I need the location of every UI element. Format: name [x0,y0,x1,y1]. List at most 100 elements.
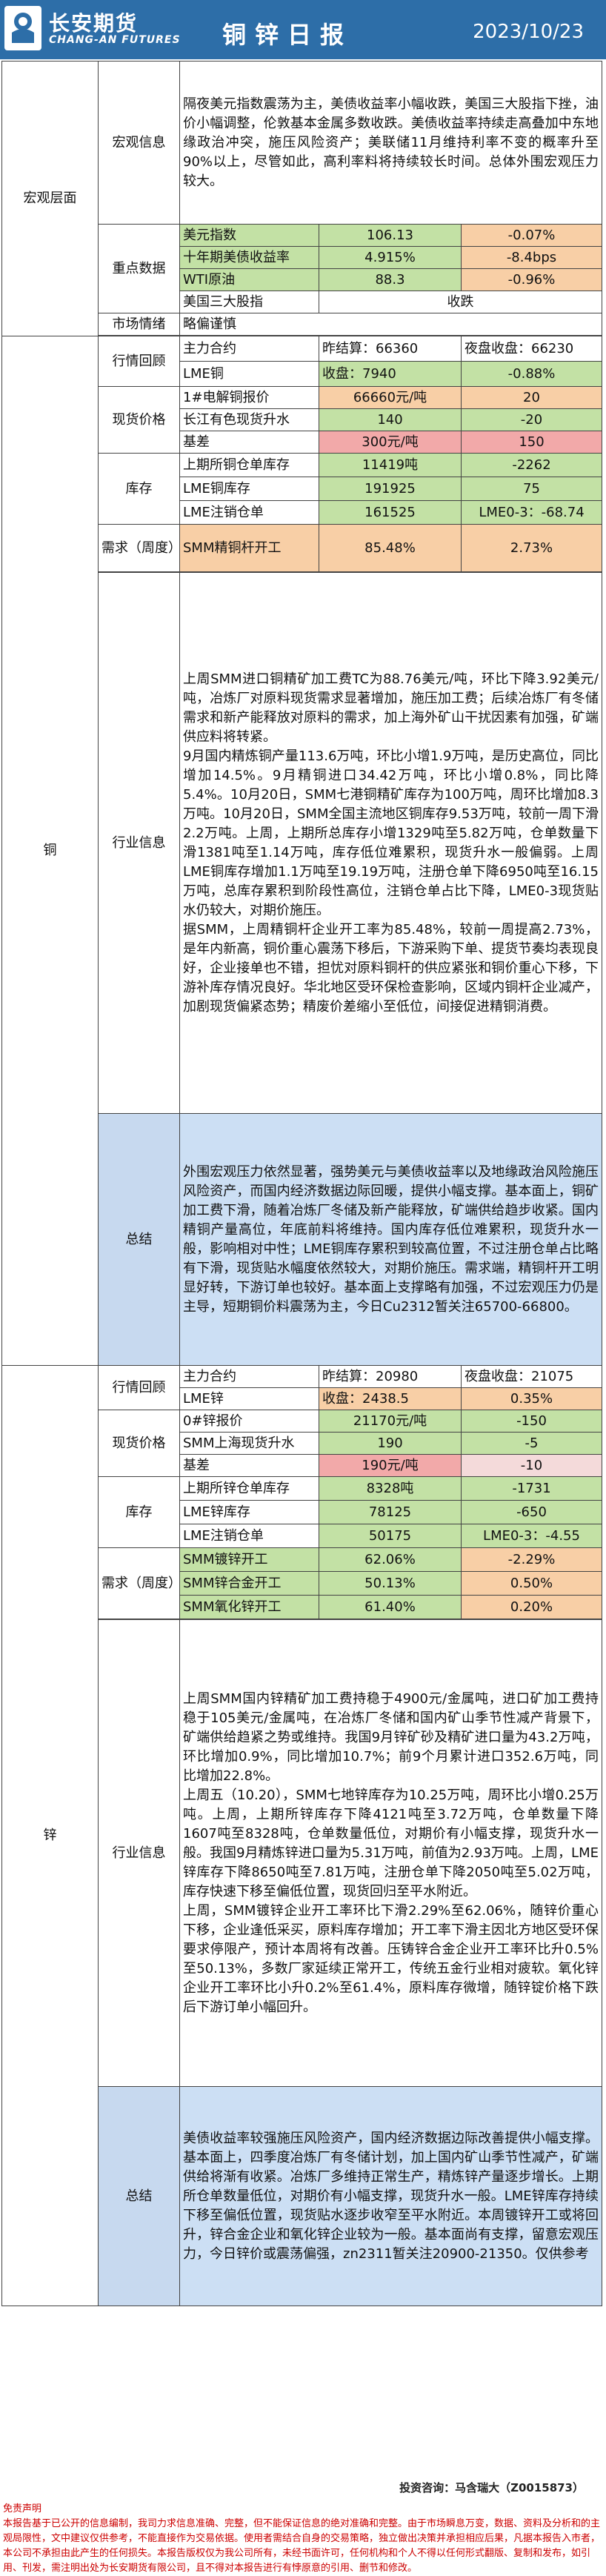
zn-spot-value: 190元/吨 [319,1454,462,1477]
zn-demand-value: 50.13% [319,1571,462,1596]
zn-prev-settle: 昨结算：20980 [319,1365,462,1388]
zn-night-close: 夜盘收盘：21075 [461,1365,602,1388]
cu-stock-change: -2262 [461,453,602,477]
zn-stock-value: 78125 [319,1500,462,1524]
cu-lme-close: 收盘：7940 [319,361,462,387]
zn-industry-paragraph: 上周，SMM镀锌企业开工率环比下滑2.29%至62.06%，随锌价重心下移，企业… [183,1902,599,2015]
zn-lme-close: 收盘：2438.5 [319,1387,462,1410]
key-data-name: 美国三大股指 [179,291,319,313]
cu-stock-change: LME0-3：-68.74 [461,500,602,525]
key-data-change: -8.4bps [461,246,602,269]
cu-industry-paragraph: 9月国内精炼铜产量113.6万吨，环比小增1.9万吨，是历史高位，同比增加14.… [183,748,599,918]
cu-spot-name: 基差 [179,431,319,454]
zn-stock-label: 库存 [98,1476,180,1548]
cu-spot-label: 现货价格 [98,386,180,454]
cu-demand-label: 需求（周度） [98,524,180,572]
zn-industry-paragraph: 上周SMM国内锌精矿加工费持稳于4900元/金属吨，进口矿加工费持稳于105美元… [183,1690,599,1784]
brand-name-en: CHANG-AN FUTURES [49,34,181,46]
cu-spot-change: -20 [461,408,602,431]
zn-stock-name: LME锌库存 [179,1500,319,1524]
cu-industry-paragraph: 据SMM，上周精铜杆企业开工率为85.48%，较前一周提高2.73%，是年内新高… [183,921,599,1015]
zn-demand-value: 61.40% [319,1595,462,1619]
key-data-name: WTI原油 [179,268,319,291]
zn-spot-name: 0#锌报价 [179,1410,319,1433]
zn-demand-name: SMM锌合金开工 [179,1571,319,1596]
zn-industry-text: 上周SMM国内锌精矿加工费持稳于4900元/金属吨，进口矿加工费持稳于105美元… [179,1619,602,2087]
zn-spot-value: 190 [319,1432,462,1455]
cu-night-close: 夜盘收盘：66230 [461,336,602,362]
market-mood-value: 略偏谨慎 [179,313,602,336]
key-data-name: 美元指数 [179,224,319,247]
zn-stock-value: 8328吨 [319,1476,462,1501]
zn-spot-change: -5 [461,1432,602,1455]
key-data-name: 十年期美债收益率 [179,246,319,269]
zn-stock-change: LME0-3：-4.55 [461,1524,602,1548]
cu-spot-change: 150 [461,431,602,454]
cu-industry-text: 上周SMM进口铜精矿加工费TC为88.76美元/吨，环比下降3.92美元/吨，冶… [179,572,602,1114]
cu-stock-value: 11419吨 [319,453,462,477]
report-header: 长安期货 CHANG-AN FUTURES 铜锌日报 2023/10/23 [0,0,606,59]
cu-spot-value: 66660元/吨 [319,386,462,409]
zn-stock-change: -1731 [461,1476,602,1501]
macro-info-label: 宏观信息 [98,61,180,225]
zn-stock-value: 50175 [319,1524,462,1548]
cu-stock-name: LME注销仓单 [179,500,319,525]
cu-spot-name: 长江有色现货升水 [179,408,319,431]
cu-spot-value: 140 [319,408,462,431]
zn-demand-change: 0.50% [461,1571,602,1596]
disclaimer-text: 本报告基于已公开的信息编制，我司力求信息准确、完整，但不能保证信息的绝对准确和完… [3,2518,601,2574]
cu-lme-label: LME铜 [179,361,319,387]
cu-summary-label: 总结 [98,1113,180,1366]
key-data-change: -0.96% [461,268,602,291]
cu-review-label: 行情回顾 [98,336,180,387]
report-title: 铜锌日报 [222,21,353,49]
cu-stock-name: 上期所铜仓单库存 [179,453,319,477]
cu-lme-change: -0.88% [461,361,602,387]
cu-spot-change: 20 [461,386,602,409]
zn-industry-paragraph: 上周五（10.20），SMM七地锌库存为10.25万吨，周环比小增0.25万吨。… [183,1787,599,1899]
zn-demand-name: SMM氧化锌开工 [179,1595,319,1619]
logo-icon [12,13,34,43]
market-mood-label: 市场情绪 [98,313,180,336]
zn-spot-value: 21170元/吨 [319,1410,462,1433]
company-logo [4,6,41,50]
zn-summary-text: 美债收益率较强施压风险资产，国内经济数据边际改善提供小幅支撑。基本面上，四季度冶… [179,2086,602,2306]
macro-info-text: 隔夜美元指数震荡为主，美债收益率小幅收跌，美国三大股指下挫，油价小幅调整，伦敦基… [179,61,602,225]
report-date: 2023/10/23 [473,21,584,43]
cu-stock-value: 161525 [319,500,462,525]
report-table: 宏观层面 宏观信息 隔夜美元指数震荡为主，美债收益率小幅收跌，美国三大股指下挫，… [1,61,602,2306]
cu-demand-name: SMM精铜杆开工 [179,524,319,572]
zn-spot-label: 现货价格 [98,1410,180,1477]
cu-demand-change: 2.73% [461,524,602,572]
zn-spot-name: 基差 [179,1454,319,1477]
key-data-value: 88.3 [319,268,462,291]
brand-name: 长安期货 [49,11,139,36]
zn-stock-name: LME注销仓单 [179,1524,319,1548]
section-zinc: 锌 [1,1365,99,2306]
zn-spot-change: -150 [461,1410,602,1433]
cu-prev-settle: 昨结算：66360 [319,336,462,362]
zn-demand-change: 0.20% [461,1595,602,1619]
key-data-label: 重点数据 [98,224,180,313]
cu-spot-name: 1#电解铜报价 [179,386,319,409]
section-macro: 宏观层面 [1,61,99,336]
zn-lme-change: 0.35% [461,1387,602,1410]
cu-stock-name: LME铜库存 [179,477,319,501]
disclaimer-title: 免责声明 [3,2503,42,2514]
section-copper: 铜 [1,336,99,1366]
zn-demand-name: SMM镀锌开工 [179,1547,319,1572]
zn-review-label: 行情回顾 [98,1365,180,1410]
zn-demand-label: 需求（周度） [98,1547,180,1619]
key-data-value: 106.13 [319,224,462,247]
key-data-value: 4.915% [319,246,462,269]
cu-demand-value: 85.48% [319,524,462,572]
zn-summary-label: 总结 [98,2086,180,2306]
analyst-credit: 投资咨询：马含瑞大（Z0015873） [399,2481,584,2494]
zn-demand-value: 62.06% [319,1547,462,1572]
cu-summary-text: 外围宏观压力依然显著，强势美元与美债收益率以及地缘政治风险施压风险资产，而国内经… [179,1113,602,1366]
key-data-change: -0.07% [461,224,602,247]
zn-spot-name: SMM上海现货升水 [179,1432,319,1455]
cu-stock-value: 191925 [319,477,462,501]
cu-stock-label: 库存 [98,453,180,525]
cu-industry-paragraph: 上周SMM进口铜精矿加工费TC为88.76美元/吨，环比下降3.92美元/吨，冶… [183,671,599,745]
